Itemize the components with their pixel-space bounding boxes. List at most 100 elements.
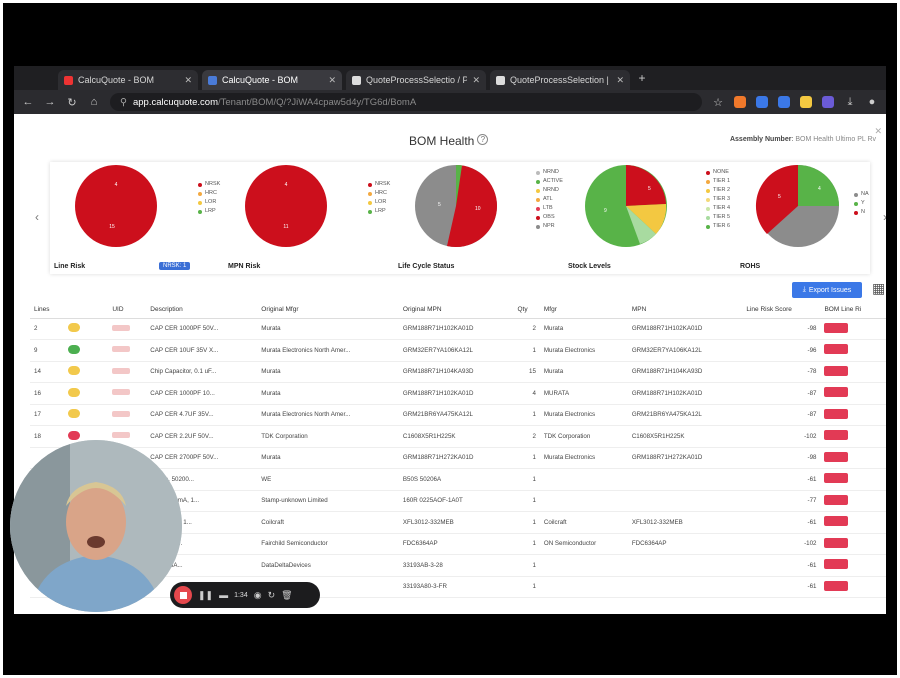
- close-icon[interactable]: ✕: [472, 75, 480, 86]
- stop-recording-button[interactable]: [174, 586, 192, 604]
- column-header[interactable]: UID: [108, 302, 147, 319]
- rohs-legend: NA Y N: [854, 190, 869, 217]
- reload-icon[interactable]: ↻: [66, 96, 78, 109]
- qty-cell: 1: [513, 576, 540, 598]
- original-mpn-cell: GRM32ER7YA106KA12L: [398, 339, 514, 362]
- trash-icon[interactable]: 🗑: [281, 590, 292, 601]
- table-row[interactable]: 14 Chip Capacitor, 0.1 uF... Murata GRM188R…: [30, 361, 886, 383]
- browser-tab[interactable]: QuoteProcessSelectio / Pro ✕: [346, 70, 486, 90]
- life-cycle-pie[interactable]: [415, 164, 497, 247]
- calcuquote-icon: [208, 75, 217, 85]
- tab-label: CalcuQuote - BOM: [78, 75, 155, 85]
- column-header[interactable]: BOM Line Ri: [820, 302, 886, 319]
- line-number: 9: [30, 339, 65, 362]
- line-number: 14: [30, 361, 65, 383]
- close-icon[interactable]: ✕: [874, 126, 882, 137]
- table-row[interactable]: 17 CAP CER 4.7UF 35V... Murata Electronics…: [30, 404, 886, 426]
- stock-levels-pie[interactable]: [585, 165, 667, 247]
- description-cell: CAP CER 2.2UF 50V...: [146, 425, 258, 448]
- column-header[interactable]: Lines: [30, 302, 65, 319]
- mic-icon[interactable]: ◉: [254, 590, 262, 601]
- column-header[interactable]: Original Mfgr: [257, 302, 399, 319]
- extension-icon[interactable]: [800, 96, 812, 108]
- column-header[interactable]: Qty: [513, 302, 540, 319]
- column-header[interactable]: MPN: [627, 302, 743, 319]
- original-mpn-cell: GRM188R71H102KA01D: [398, 382, 514, 405]
- extension-icon[interactable]: [756, 96, 768, 108]
- export-issues-button[interactable]: ⤓ Export Issues: [792, 282, 862, 298]
- original-mfgr-cell: Fairchild Semiconductor: [257, 533, 399, 555]
- column-grid-icon[interactable]: ▦: [872, 280, 885, 297]
- svg-text:9: 9: [604, 208, 607, 214]
- rohs-pie[interactable]: [755, 164, 839, 247]
- svg-text:5: 5: [438, 202, 441, 208]
- column-header[interactable]: Original MPN: [398, 302, 514, 319]
- svg-text:4: 4: [818, 186, 821, 192]
- mpn-cell: GRM188R71H102KA01D: [627, 382, 743, 405]
- column-header[interactable]: Mfgr: [539, 302, 628, 319]
- qty-cell: 4: [513, 382, 540, 405]
- table-header-row: Lines UID Description Original Mfgr Orig…: [30, 302, 886, 319]
- column-header[interactable]: [64, 302, 109, 319]
- table-row[interactable]: 18 CAP CER 2.2UF 50V... TDK Corporation C16…: [30, 425, 886, 448]
- bookmark-icon[interactable]: ☆: [712, 96, 724, 109]
- restart-icon[interactable]: ↻: [268, 590, 276, 601]
- url-field[interactable]: ⚲ app.calcuquote.com/Tenant/BOM/Q/?JiWA4…: [110, 93, 702, 111]
- bom-line-risk-badge: [820, 576, 886, 598]
- page-title: BOM Health?: [409, 134, 489, 148]
- download-icon[interactable]: ⤓: [844, 96, 856, 109]
- mfgr-cell: TDK Corporation: [539, 425, 628, 448]
- bom-line-risk-badge: [820, 490, 886, 512]
- extension-icon[interactable]: [734, 96, 746, 108]
- close-icon[interactable]: ✕: [184, 75, 192, 86]
- line-risk-score-cell: -102: [742, 533, 821, 555]
- chevron-right-icon[interactable]: ›: [878, 210, 886, 224]
- mfgr-cell: Murata Electronics: [539, 447, 628, 469]
- close-icon[interactable]: ✕: [616, 75, 624, 86]
- mpn-cell: GRM188R71H104KA93D: [627, 361, 743, 383]
- back-icon[interactable]: ←: [22, 96, 34, 108]
- minus-icon[interactable]: ▬: [219, 590, 228, 600]
- original-mpn-cell: GRM188R71H102KA01D: [398, 318, 514, 340]
- original-mfgr-cell: WE: [257, 468, 399, 491]
- mpn-risk-pie[interactable]: [245, 165, 327, 247]
- close-icon[interactable]: ✕: [328, 75, 336, 86]
- extension-icon[interactable]: [822, 96, 834, 108]
- original-mfgr-cell: TDK Corporation: [257, 425, 399, 448]
- qty-cell: 2: [513, 318, 540, 340]
- home-icon[interactable]: ⌂: [88, 96, 100, 108]
- download-icon: ⤓: [802, 286, 806, 293]
- browser-tab[interactable]: CalcuQuote - BOM ✕: [58, 70, 198, 90]
- mfgr-cell: [539, 468, 628, 491]
- site-info-icon[interactable]: ⚲: [120, 97, 127, 108]
- mpn-cell: FDC6364AP: [627, 533, 743, 555]
- table-row[interactable]: CAP CER 2700PF 50V... Murata GRM188R71H272…: [30, 447, 886, 469]
- table-row[interactable]: 2 CAP CER 1000PF 50V... Murata GRM188R71H10…: [30, 318, 886, 340]
- pause-icon[interactable]: ❚❚: [198, 590, 213, 601]
- browser-tab[interactable]: QuoteProcessSelection | Do ✕: [490, 70, 630, 90]
- line-risk-score-cell: -78: [742, 361, 821, 383]
- new-tab-icon[interactable]: +: [634, 71, 650, 85]
- browser-tab-active[interactable]: CalcuQuote - BOM ✕: [202, 70, 342, 90]
- profile-icon[interactable]: ●: [866, 96, 878, 108]
- mpn-cell: GRM21BR6YA475KA12L: [627, 404, 743, 426]
- line-risk-pie[interactable]: [75, 165, 157, 247]
- qty-cell: 1: [513, 339, 540, 362]
- charts-panel: 4 15 4 11 5 10 5 9 5 4 NRSK HRC LOR LRP …: [50, 162, 870, 274]
- mpn-cell: C1608X5R1H225K: [627, 425, 743, 448]
- extension-icon[interactable]: [778, 96, 790, 108]
- mpn-cell: [627, 468, 743, 491]
- doc-icon: [352, 75, 361, 85]
- help-icon[interactable]: ?: [477, 134, 489, 145]
- bom-line-risk-badge: [820, 404, 886, 426]
- forward-icon[interactable]: →: [44, 96, 56, 108]
- table-row[interactable]: 9 CAP CER 10UF 35V X... Murata Electronics…: [30, 339, 886, 362]
- chevron-left-icon[interactable]: ‹: [30, 210, 44, 224]
- table-row[interactable]: 16 CAP CER 1000PF 10... Murata GRM188R71H10…: [30, 382, 886, 405]
- column-header[interactable]: Description: [146, 302, 258, 319]
- column-header[interactable]: Line Risk Score: [742, 302, 821, 319]
- uid-pill: [108, 361, 147, 383]
- qty-cell: 2: [513, 425, 540, 448]
- mpn-cell: GRM32ER7YA106KA12L: [627, 339, 743, 362]
- line-risk-indicator: [64, 339, 109, 362]
